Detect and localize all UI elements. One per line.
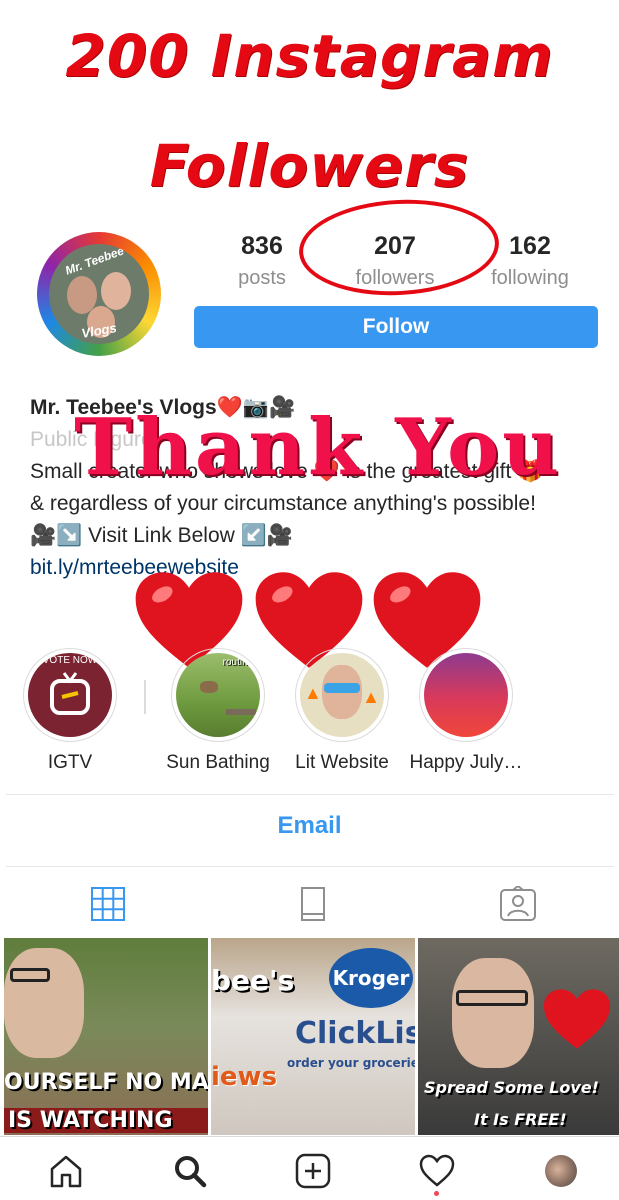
post-caption: IS WATCHING (4, 1108, 208, 1133)
search-icon (175, 1156, 207, 1188)
post-caption: ClickLis (295, 1016, 415, 1051)
nav-activity[interactable] (417, 1151, 457, 1196)
nav-search[interactable] (170, 1151, 210, 1191)
post-thumbnail[interactable]: OURSELF NO MA IS WATCHING (4, 938, 208, 1135)
highlight-label: Lit Website (295, 752, 389, 773)
igtv-logo-icon (50, 672, 90, 715)
post-caption: It Is FREE! (474, 1110, 567, 1129)
email-button[interactable]: Email (0, 812, 619, 840)
profile-tabs (0, 872, 619, 936)
igtv-icon (301, 887, 325, 921)
nav-profile[interactable] (541, 1151, 581, 1191)
highlight-sun-bathing[interactable]: routine! Sun Bathing (148, 648, 288, 774)
highlight-divider (144, 680, 146, 714)
grid-icon (91, 887, 125, 921)
avatar-logo-text: Mr. Teebee's (63, 244, 135, 278)
overlay-thank-you: Thank You (74, 402, 562, 493)
bottom-nav (0, 1136, 619, 1200)
follow-button[interactable]: Follow (194, 306, 598, 348)
highlight-label: IGTV (47, 752, 93, 773)
highlight-overlay-text: routine! (222, 657, 256, 668)
profile-avatar[interactable]: Mr. Teebee's Vlogs (37, 232, 161, 356)
highlight-label: Happy July… (409, 752, 523, 773)
activity-heart-icon (419, 1154, 455, 1187)
notification-dot (434, 1191, 439, 1196)
overlay-title-line2: Followers (149, 132, 470, 200)
story-highlights: VOTE NOW IGTV routine! Sun Bathing ▲ ▲ L… (0, 648, 619, 778)
divider (6, 794, 614, 795)
post-caption: bee's (211, 964, 295, 997)
post-thumbnail[interactable]: Spread Some Love! It Is FREE! (418, 938, 619, 1135)
home-icon (50, 1155, 82, 1188)
tagged-icon (500, 886, 536, 921)
divider (6, 866, 614, 867)
post-caption: OURSELF NO MA (4, 1070, 208, 1095)
tab-igtv[interactable] (291, 882, 335, 926)
post-caption: Spread Some Love! (424, 1078, 599, 1097)
post-caption: iews (211, 1062, 278, 1092)
new-post-icon (295, 1153, 331, 1189)
heart-emoji-icon (543, 989, 611, 1049)
stat-label: following (491, 267, 569, 289)
nav-home[interactable] (46, 1151, 86, 1191)
tab-tagged[interactable] (496, 882, 540, 926)
overlay-title-line1: 200 Instagram (65, 22, 554, 90)
highlight-lit-website[interactable]: ▲ ▲ Lit Website (272, 648, 412, 774)
profile-avatar (545, 1155, 577, 1187)
highlight-igtv[interactable]: VOTE NOW IGTV (0, 648, 140, 774)
post-thumbnail[interactable]: Kroger bee's ClickLis order your groceri… (211, 938, 415, 1135)
nav-new-post[interactable] (293, 1151, 333, 1191)
highlight-label: Sun Bathing (166, 752, 270, 773)
stat-label: posts (238, 267, 286, 289)
bio-line-3: 🎥↘️ Visit Link Below ↙️🎥 (30, 524, 293, 547)
post-grid: OURSELF NO MA IS WATCHING Kroger bee's C… (4, 938, 619, 1135)
tab-grid[interactable] (86, 882, 130, 926)
highlight-happy-july[interactable]: Happy July… (396, 648, 536, 774)
